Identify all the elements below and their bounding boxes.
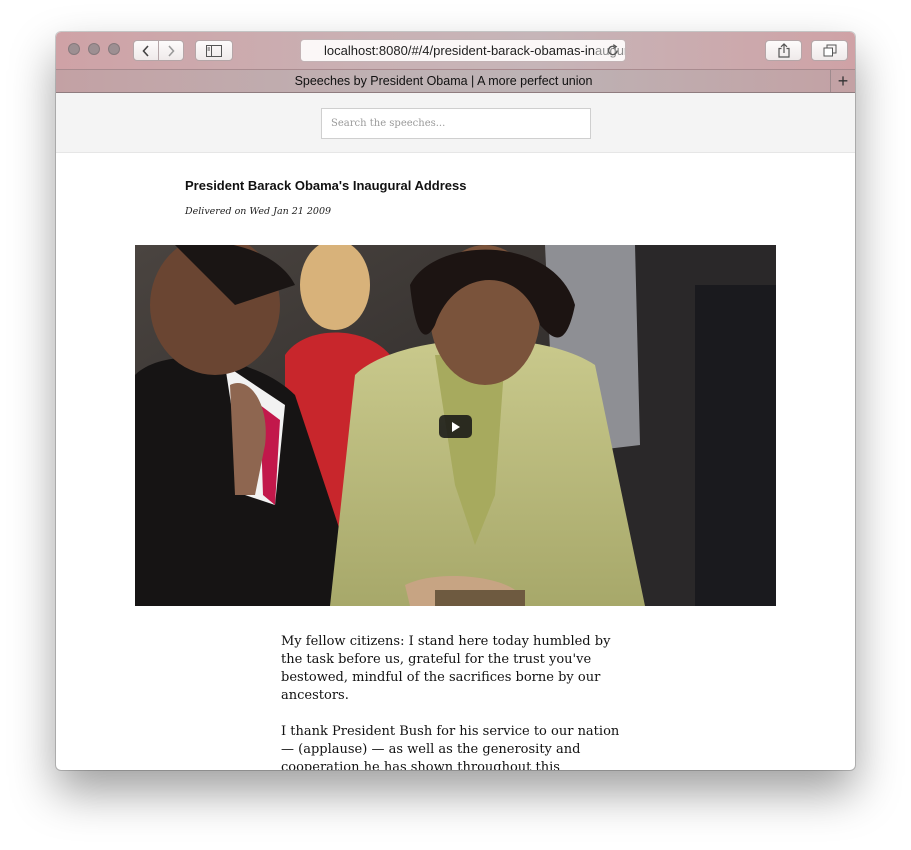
reload-icon[interactable] [607,42,619,61]
chevron-right-icon [168,44,175,57]
back-button[interactable] [133,40,159,61]
speech-title: President Barack Obama's Inaugural Addre… [185,178,467,193]
minimize-window-button[interactable] [88,43,100,55]
delivered-date: Delivered on Wed Jan 21 2009 [185,206,332,217]
zoom-window-button[interactable] [108,43,120,55]
url-text: localhost:8080/#/4/president-barack-obam… [324,43,595,58]
forward-button[interactable] [158,40,184,61]
speech-paragraph: My fellow citizens: I stand here today h… [281,634,611,703]
sidebar-button[interactable] [195,40,233,61]
play-icon [451,421,460,432]
share-button[interactable] [765,40,802,61]
address-bar[interactable]: localhost:8080/#/4/president-barack-obam… [300,39,626,62]
share-icon [777,43,790,58]
speech-paragraph: I thank President Bush for his service t… [281,724,620,770]
tab-bar: Speeches by President Obama | A more per… [56,70,855,93]
sidebar-icon [206,44,222,57]
chevron-left-icon [142,44,149,57]
search-bar-area [56,93,855,153]
tabs-overview-icon [823,44,836,57]
new-tab-button[interactable]: + [830,70,855,92]
active-tab[interactable]: Speeches by President Obama | A more per… [56,70,831,92]
close-window-button[interactable] [68,43,80,55]
search-input[interactable] [321,108,591,139]
video-player[interactable] [135,245,776,606]
tabs-overview-button[interactable] [811,40,848,61]
play-button[interactable] [439,415,472,438]
speech-body: My fellow citizens: I stand here today h… [281,633,626,770]
browser-toolbar: localhost:8080/#/4/president-barack-obam… [56,32,855,70]
browser-window: localhost:8080/#/4/president-barack-obam… [56,32,855,770]
